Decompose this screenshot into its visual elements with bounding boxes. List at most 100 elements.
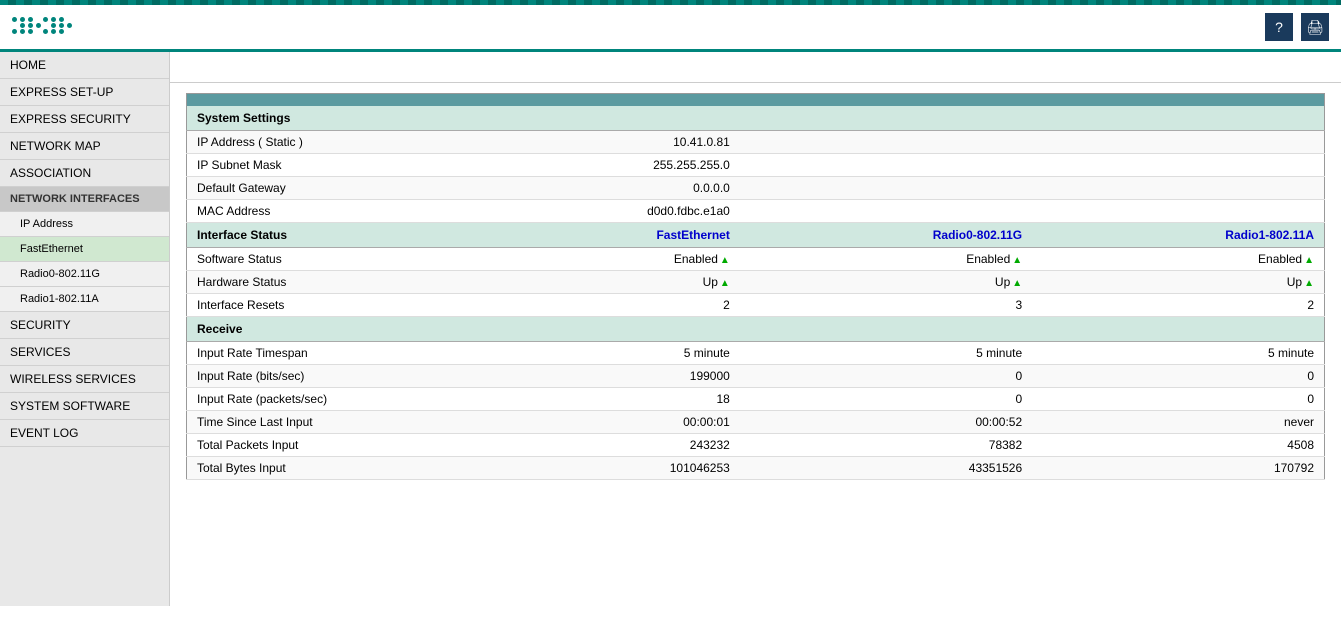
radio0-link-cell: Radio0-802.11G [740,223,1032,248]
row-label: MAC Address [187,200,448,223]
row-val2: 0 [740,365,1032,388]
row-val3 [1032,177,1324,200]
receive-header-row: Receive [187,317,1325,342]
row-val3 [1032,131,1324,154]
row-val1: 199000 [448,365,740,388]
sidebar-item-network-interfaces[interactable]: NETWORK INTERFACES [0,187,169,212]
row-val1: Enabled▲ [448,248,740,271]
arrow-up-icon: ▲ [720,255,730,266]
help-button[interactable]: ? [1265,13,1293,41]
row-val2: Up▲ [740,271,1032,294]
table-row: Input Rate (packets/sec) 18 0 0 [187,388,1325,411]
table-row: MAC Address d0d0.fdbc.e1a0 [187,200,1325,223]
host-bar [170,52,1341,83]
row-val3: Enabled▲ [1032,248,1324,271]
row-val2: 5 minute [740,342,1032,365]
fastethernet-link[interactable]: FastEthernet [656,228,729,242]
sidebar-item-security[interactable]: SECURITY [0,312,169,339]
header-icons: ? 🖨 [1265,13,1329,41]
arrow-up-icon: ▲ [1012,278,1022,289]
system-settings-header-row: System Settings [187,106,1325,131]
row-val1: d0d0.fdbc.e1a0 [448,200,740,223]
row-val2 [740,131,1032,154]
row-val1: 243232 [448,434,740,457]
receive-header: Receive [187,317,1325,342]
row-val3 [1032,154,1324,177]
cisco-logo [12,17,72,37]
sidebar-item-network-map[interactable]: NETWORK MAP [0,133,169,160]
table-row: Interface Resets 2 3 2 [187,294,1325,317]
table-row: Total Packets Input 243232 78382 4508 [187,434,1325,457]
row-label: Default Gateway [187,177,448,200]
main-content: System Settings IP Address ( Static ) 10… [170,52,1341,606]
sidebar: HOMEEXPRESS SET-UPEXPRESS SECURITYNETWOR… [0,52,170,606]
interface-status-header-row: Interface Status FastEthernet Radio0-802… [187,223,1325,248]
row-val2 [740,200,1032,223]
table-row: Total Bytes Input 101046253 43351526 170… [187,457,1325,480]
row-label: Total Packets Input [187,434,448,457]
row-val2: 43351526 [740,457,1032,480]
table-row: Software Status Enabled▲ Enabled▲ Enable… [187,248,1325,271]
print-button[interactable]: 🖨 [1301,13,1329,41]
main-layout: HOMEEXPRESS SET-UPEXPRESS SECURITYNETWOR… [0,52,1341,606]
sidebar-item-system-software[interactable]: SYSTEM SOFTWARE [0,393,169,420]
table-title-row [187,94,1325,107]
sidebar-item-association[interactable]: ASSOCIATION [0,160,169,187]
row-val3: 5 minute [1032,342,1324,365]
row-label: Time Since Last Input [187,411,448,434]
row-val3: 170792 [1032,457,1324,480]
row-label: Input Rate Timespan [187,342,448,365]
row-val3: Up▲ [1032,271,1324,294]
table-row: Default Gateway 0.0.0.0 [187,177,1325,200]
cisco-dots-row1 [12,17,64,22]
table-row: Input Rate Timespan 5 minute 5 minute 5 … [187,342,1325,365]
row-label: Software Status [187,248,448,271]
sidebar-item-express-setup[interactable]: EXPRESS SET-UP [0,79,169,106]
row-label: IP Subnet Mask [187,154,448,177]
row-val2: 00:00:52 [740,411,1032,434]
row-label: Input Rate (bits/sec) [187,365,448,388]
sidebar-item-express-security[interactable]: EXPRESS SECURITY [0,106,169,133]
arrow-up-icon: ▲ [720,278,730,289]
row-val1: 255.255.255.0 [448,154,740,177]
system-settings-header: System Settings [187,106,1325,131]
page-header: ? 🖨 [0,5,1341,52]
content-area: System Settings IP Address ( Static ) 10… [170,83,1341,490]
row-label: Interface Resets [187,294,448,317]
radio1-link[interactable]: Radio1-802.11A [1225,228,1314,242]
row-val2: 78382 [740,434,1032,457]
table-row: IP Subnet Mask 255.255.255.0 [187,154,1325,177]
table-row: Hardware Status Up▲ Up▲ Up▲ [187,271,1325,294]
hostname-display [186,60,189,74]
row-val2: 3 [740,294,1032,317]
sidebar-item-wireless-services[interactable]: WIRELESS SERVICES [0,366,169,393]
table-row: Input Rate (bits/sec) 199000 0 0 [187,365,1325,388]
interface-status-label: Interface Status [187,223,448,248]
row-label: Total Bytes Input [187,457,448,480]
table-row: Time Since Last Input 00:00:01 00:00:52 … [187,411,1325,434]
sidebar-item-radio0[interactable]: Radio0-802.11G [0,262,169,287]
table-title [187,94,1325,107]
radio0-link[interactable]: Radio0-802.11G [933,228,1022,242]
sidebar-item-radio1[interactable]: Radio1-802.11A [0,287,169,312]
row-val2 [740,177,1032,200]
summary-table: System Settings IP Address ( Static ) 10… [186,93,1325,480]
fastethernet-link-cell: FastEthernet [448,223,740,248]
row-val3: 2 [1032,294,1324,317]
row-label: Input Rate (packets/sec) [187,388,448,411]
row-label: Hardware Status [187,271,448,294]
sidebar-item-services[interactable]: SERVICES [0,339,169,366]
row-val1: 00:00:01 [448,411,740,434]
row-val2: Enabled▲ [740,248,1032,271]
row-val3: 0 [1032,388,1324,411]
row-val2 [740,154,1032,177]
row-val3: 4508 [1032,434,1324,457]
row-val3: 0 [1032,365,1324,388]
sidebar-item-event-log[interactable]: EVENT LOG [0,420,169,447]
row-val3 [1032,200,1324,223]
sidebar-item-ip-address[interactable]: IP Address [0,212,169,237]
sidebar-item-fastethernet[interactable]: FastEthernet [0,237,169,262]
sidebar-item-home[interactable]: HOME [0,52,169,79]
arrow-up-icon: ▲ [1012,255,1022,266]
radio1-link-cell: Radio1-802.11A [1032,223,1324,248]
